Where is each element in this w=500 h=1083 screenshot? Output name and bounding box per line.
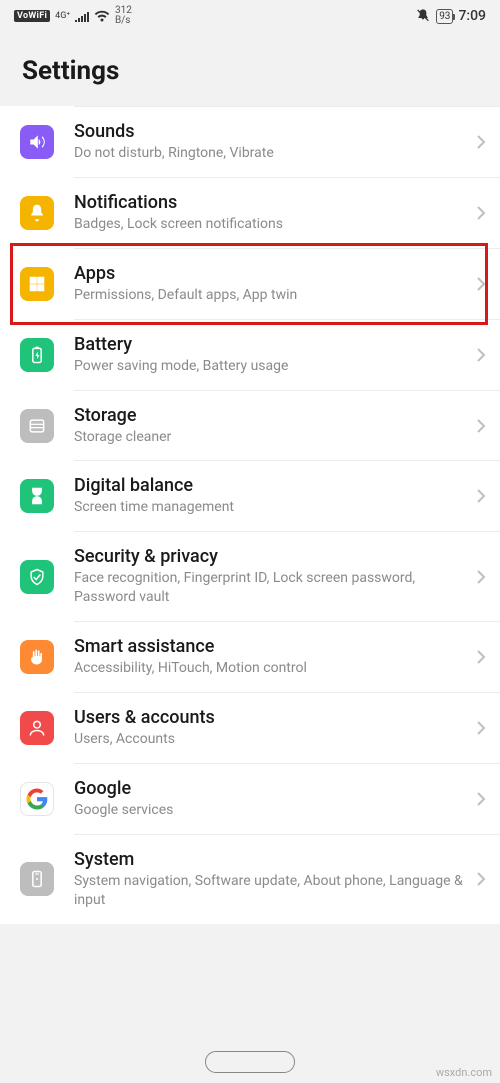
chevron-right-icon — [476, 347, 486, 363]
row-title: Notifications — [74, 192, 470, 213]
battery-level: 93 — [439, 11, 450, 22]
settings-list[interactable]: Sounds Do not disturb, Ringtone, Vibrate… — [0, 106, 500, 924]
apps-icon — [20, 267, 54, 301]
battery-icon — [20, 338, 54, 372]
row-subtitle: Screen time management — [74, 498, 470, 517]
nav-home-pill[interactable] — [205, 1051, 295, 1073]
chevron-right-icon — [476, 276, 486, 292]
row-subtitle: Power saving mode, Battery usage — [74, 357, 470, 376]
cellular-signal-icon — [75, 10, 89, 22]
watermark: wsxdn.com — [436, 1066, 492, 1079]
battery-indicator: 93 — [436, 9, 453, 24]
row-subtitle: System navigation, Software update, Abou… — [74, 872, 470, 910]
settings-row-storage[interactable]: Storage Storage cleaner — [0, 391, 500, 461]
settings-row-google[interactable]: Google Google services — [0, 764, 500, 834]
row-title: Apps — [74, 263, 470, 284]
wifi-icon — [94, 10, 110, 22]
digital-balance-icon — [20, 479, 54, 513]
row-title: Battery — [74, 334, 470, 355]
chevron-right-icon — [476, 134, 486, 150]
settings-row-security-privacy[interactable]: Security & privacy Face recognition, Fin… — [0, 532, 500, 621]
chevron-right-icon — [476, 418, 486, 434]
row-title: Smart assistance — [74, 636, 470, 657]
page-title: Settings — [0, 30, 500, 106]
row-title: Google — [74, 778, 470, 799]
hand-icon — [20, 640, 54, 674]
status-bar: VoWiFi 4G⁺ 312 B/s 93 7:09 — [0, 0, 500, 30]
row-subtitle: Do not disturb, Ringtone, Vibrate — [74, 144, 470, 163]
chevron-right-icon — [476, 720, 486, 736]
row-subtitle: Permissions, Default apps, App twin — [74, 286, 470, 305]
row-title: Sounds — [74, 121, 470, 142]
user-icon — [20, 711, 54, 745]
row-subtitle: Google services — [74, 801, 470, 820]
clock: 7:09 — [458, 8, 486, 24]
row-title: Storage — [74, 405, 470, 426]
chevron-right-icon — [476, 205, 486, 221]
system-icon — [20, 862, 54, 896]
status-right: 93 7:09 — [415, 8, 486, 24]
mute-icon — [415, 8, 431, 24]
settings-row-system[interactable]: System System navigation, Software updat… — [0, 835, 500, 924]
row-subtitle: Storage cleaner — [74, 428, 470, 447]
chevron-right-icon — [476, 569, 486, 585]
row-subtitle: Badges, Lock screen notifications — [74, 215, 470, 234]
network-speed: 312 B/s — [115, 6, 132, 26]
google-icon — [20, 782, 54, 816]
vowifi-badge: VoWiFi — [14, 10, 50, 22]
storage-icon — [20, 409, 54, 443]
settings-row-apps[interactable]: Apps Permissions, Default apps, App twin — [0, 249, 500, 319]
row-subtitle: Face recognition, Fingerprint ID, Lock s… — [74, 569, 470, 607]
chevron-right-icon — [476, 649, 486, 665]
notifications-icon — [20, 196, 54, 230]
status-left: VoWiFi 4G⁺ 312 B/s — [14, 6, 132, 26]
chevron-right-icon — [476, 871, 486, 887]
network-speed-unit: B/s — [115, 16, 132, 26]
settings-row-digital-balance[interactable]: Digital balance Screen time management — [0, 461, 500, 531]
settings-row-sounds[interactable]: Sounds Do not disturb, Ringtone, Vibrate — [0, 107, 500, 177]
row-title: System — [74, 849, 470, 870]
chevron-right-icon — [476, 791, 486, 807]
settings-row-notifications[interactable]: Notifications Badges, Lock screen notifi… — [0, 178, 500, 248]
network-4g-label: 4G⁺ — [55, 11, 70, 21]
shield-icon — [20, 560, 54, 594]
row-subtitle: Users, Accounts — [74, 730, 470, 749]
row-title: Security & privacy — [74, 546, 470, 567]
chevron-right-icon — [476, 488, 486, 504]
settings-row-users-accounts[interactable]: Users & accounts Users, Accounts — [0, 693, 500, 763]
settings-row-smart-assistance[interactable]: Smart assistance Accessibility, HiTouch,… — [0, 622, 500, 692]
sounds-icon — [20, 125, 54, 159]
row-subtitle: Accessibility, HiTouch, Motion control — [74, 659, 470, 678]
row-title: Users & accounts — [74, 707, 470, 728]
row-title: Digital balance — [74, 475, 470, 496]
settings-row-battery[interactable]: Battery Power saving mode, Battery usage — [0, 320, 500, 390]
